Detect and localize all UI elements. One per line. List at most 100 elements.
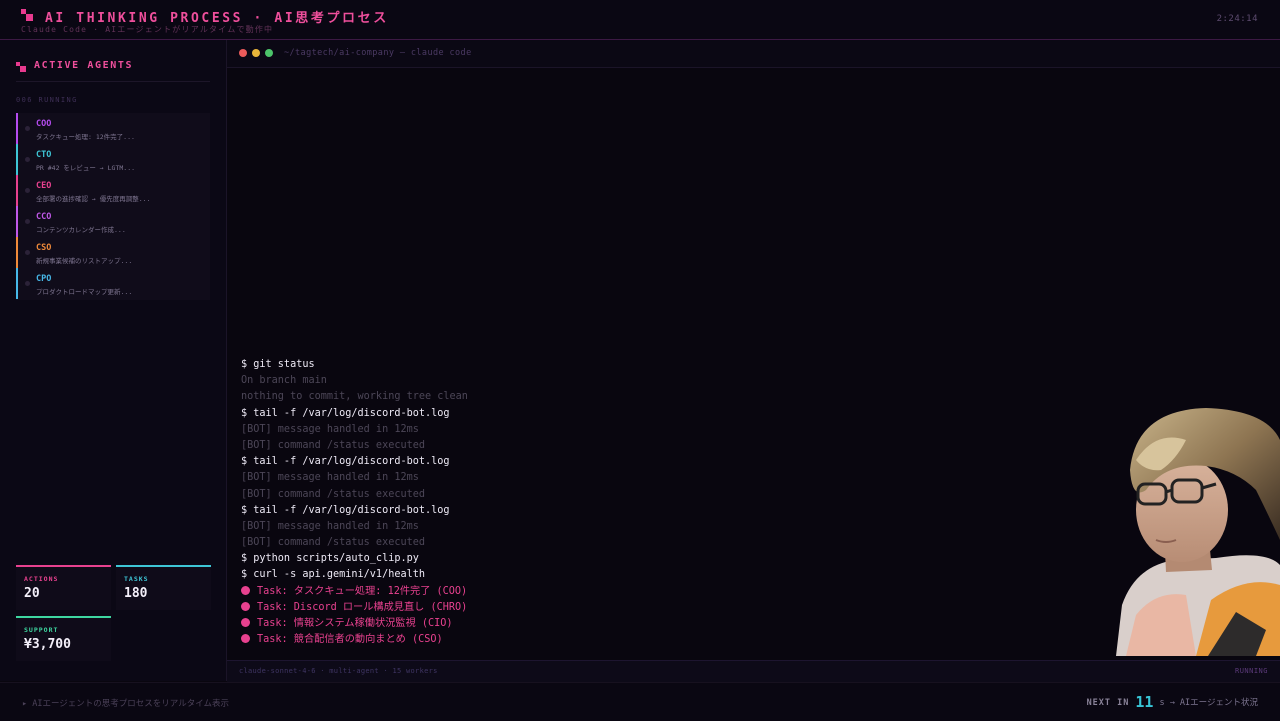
line-text: [BOT] command /status executed	[241, 537, 426, 549]
agents-logo-icon	[16, 62, 26, 72]
next-seconds: 11	[1135, 693, 1154, 711]
line-text: $ tail -f /var/log/discord-bot.log	[241, 504, 450, 516]
terminal-statusbar: claude-sonnet-4-6 · multi-agent · 15 wor…	[227, 660, 1280, 682]
agent-accent-bar	[16, 175, 18, 206]
stat-label: SUPPORT	[24, 626, 59, 634]
agent-accent-bar	[16, 144, 18, 175]
terminal-output-line: [BOT] command /status executed	[241, 535, 468, 551]
stat-support: SUPPORT ¥3,700	[16, 616, 111, 661]
terminal-output-line: [BOT] message handled in 12ms	[241, 519, 468, 535]
terminal-output-line: [BOT] command /status executed	[241, 438, 468, 454]
terminal-output-line: [BOT] command /status executed	[241, 487, 468, 503]
terminal-output-line: On branch main	[241, 373, 468, 389]
agent-task: 全部署の進捗確認 → 優先度再調整...	[36, 195, 151, 203]
line-text: [BOT] message handled in 12ms	[241, 423, 419, 435]
agent-list: COO タスクキュー処理: 12件完了... CTO PR #42 をレビュー …	[16, 113, 210, 300]
line-text: nothing to commit, working tree clean	[241, 391, 468, 403]
terminal-command-line: $ python scripts/auto_clip.py	[241, 551, 468, 567]
stat-value: 180	[124, 586, 148, 601]
status-dot-icon	[25, 157, 30, 162]
agent-role: CSO	[36, 243, 52, 253]
stat-value: ¥3,700	[24, 637, 71, 652]
agent-accent-bar	[16, 113, 18, 144]
line-text: On branch main	[241, 375, 327, 387]
streamer-image	[1116, 408, 1280, 656]
agent-item-cto[interactable]: CTO PR #42 をレビュー → LGTM...	[16, 144, 210, 175]
agent-task: コンテンツカレンダー作成...	[36, 226, 126, 234]
stat-accent-line	[16, 616, 111, 618]
agent-task: プロダクトロードマップ更新...	[36, 288, 133, 296]
agent-role: COO	[36, 119, 52, 129]
stat-tasks: TASKS 180	[116, 565, 211, 610]
app-logo-icon	[21, 9, 33, 21]
agent-item-coo[interactable]: COO タスクキュー処理: 12件完了...	[16, 113, 210, 144]
task-bullet-icon	[241, 634, 250, 644]
line-text: [BOT] command /status executed	[241, 488, 426, 500]
status-dot-icon	[25, 126, 30, 131]
running-status: RUNNING	[1234, 667, 1268, 675]
status-dot-icon	[25, 281, 30, 286]
terminal-output-line: [BOT] message handled in 12ms	[241, 422, 468, 438]
stat-label: ACTIONS	[24, 575, 59, 583]
line-text: $ tail -f /var/log/discord-bot.log	[241, 456, 450, 468]
line-text: Task: 情報システム稼働状況監視 (CIO)	[257, 618, 453, 629]
status-dot-icon	[25, 250, 30, 255]
model-info: claude-sonnet-4-6 · multi-agent · 15 wor…	[239, 667, 438, 675]
terminal-output-line: nothing to commit, working tree clean	[241, 389, 468, 405]
stat-accent-line	[16, 565, 111, 567]
sidebar-title: ACTIVE AGENTS	[34, 60, 134, 71]
agent-item-ceo[interactable]: CEO 全部署の進捗確認 → 優先度再調整...	[16, 175, 210, 206]
next-countdown: NEXT IN 11 s → AIエージェント状況	[1087, 693, 1258, 711]
line-text: [BOT] message handled in 12ms	[241, 520, 419, 532]
line-text: Task: タスクキュー処理: 12件完了 (COO)	[257, 585, 468, 597]
close-window-icon[interactable]	[239, 49, 247, 57]
agent-item-cso[interactable]: CSO 新規事業候補のリストアップ...	[16, 237, 210, 268]
stat-label: TASKS	[124, 575, 149, 583]
line-text: [BOT] command /status executed	[241, 439, 426, 451]
stat-actions: ACTIONS 20	[16, 565, 111, 610]
agent-role: CCO	[36, 212, 52, 222]
footer-caption: ▸ AIエージェントの思考プロセスをリアルタイム表示	[22, 699, 230, 709]
webcam-overlay	[1116, 400, 1280, 656]
terminal-task-line: Task: タスクキュー処理: 12件完了 (COO)	[241, 584, 468, 600]
terminal-command-line: $ curl -s api.gemini/v1/health	[241, 567, 468, 583]
minimize-window-icon[interactable]	[252, 49, 260, 57]
line-text: $ tail -f /var/log/discord-bot.log	[241, 407, 450, 419]
terminal-command-line: $ tail -f /var/log/discord-bot.log	[241, 406, 468, 422]
top-header: AI THINKING PROCESS · AI思考プロセス Claude Co…	[0, 0, 1280, 40]
line-text: $ python scripts/auto_clip.py	[241, 553, 419, 565]
status-dot-icon	[25, 188, 30, 193]
agent-role: CEO	[36, 181, 52, 191]
agent-accent-bar	[16, 206, 18, 237]
terminal-task-line: Task: 情報システム稼働状況監視 (CIO)	[241, 616, 468, 632]
task-bullet-icon	[241, 601, 250, 611]
agent-task: PR #42 をレビュー → LGTM...	[36, 164, 136, 172]
agent-task: 新規事業候補のリストアップ...	[36, 257, 133, 265]
line-text: [BOT] message handled in 12ms	[241, 472, 419, 484]
agent-item-cpo[interactable]: CPO プロダクトロードマップ更新...	[16, 268, 210, 299]
next-suffix: s → AIエージェント状況	[1159, 698, 1258, 708]
terminal-command-line: $ git status	[241, 357, 468, 373]
terminal-command-line: $ tail -f /var/log/discord-bot.log	[241, 454, 468, 470]
task-bullet-icon	[241, 618, 250, 627]
agent-task: タスクキュー処理: 12件完了...	[36, 133, 135, 141]
status-dot-icon	[25, 219, 30, 224]
terminal-task-line: Task: 競合配信者の動向まとめ (CSO)	[241, 632, 468, 648]
terminal-output-line: [BOT] message handled in 12ms	[241, 470, 468, 486]
stat-accent-line	[116, 565, 211, 567]
agents-sidebar: ACTIVE AGENTS 006 RUNNING COO タスクキュー処理: …	[0, 40, 227, 681]
line-text: $ git status	[241, 359, 315, 370]
terminal-path: ~/tagtech/ai-company — claude code	[284, 48, 472, 58]
agent-item-cco[interactable]: CCO コンテンツカレンダー作成...	[16, 206, 210, 237]
sidebar-divider	[16, 81, 210, 82]
line-text: Task: Discord ロール構成見直し (CHRO)	[257, 601, 468, 613]
clock: 2:24:14	[1216, 14, 1258, 24]
line-text: $ curl -s api.gemini/v1/health	[241, 569, 426, 581]
maximize-window-icon[interactable]	[265, 49, 273, 57]
agent-accent-bar	[16, 268, 18, 299]
page-subtitle: Claude Code · AIエージェントがリアルタイムで動作中	[21, 25, 274, 34]
terminal-command-line: $ tail -f /var/log/discord-bot.log	[241, 503, 468, 519]
stat-value: 20	[24, 586, 40, 601]
agent-role: CPO	[36, 274, 52, 284]
terminal-task-line: Task: Discord ロール構成見直し (CHRO)	[241, 600, 468, 616]
